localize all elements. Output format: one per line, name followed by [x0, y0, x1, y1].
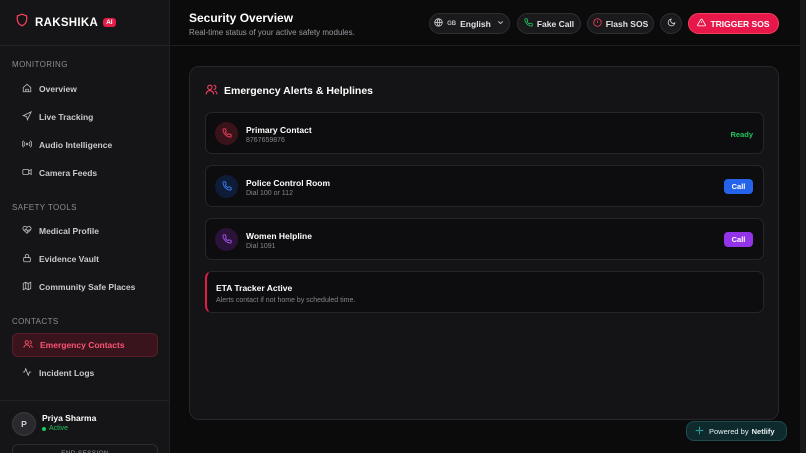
main-content: Security Overview Real-time status of yo… [170, 0, 806, 453]
contact-row-police: Police Control Room Dial 100 or 112 Call [205, 165, 764, 207]
status-badge: Ready [730, 130, 753, 139]
sidebar-item-camera-feeds[interactable]: Camera Feeds [12, 161, 158, 185]
users-icon [23, 339, 40, 351]
eta-title: ETA Tracker Active [216, 283, 293, 293]
sidebar-item-evidence-vault[interactable]: Evidence Vault [12, 247, 158, 271]
section-label-safety-tools: SAFETY TOOLS [12, 203, 77, 212]
shield-icon [15, 13, 29, 32]
sidebar-item-audio-intelligence[interactable]: Audio Intelligence [12, 133, 158, 157]
radio-waves-icon [21, 139, 39, 151]
status-dot-icon [42, 426, 46, 431]
netlify-badge[interactable]: Powered by Netlify [686, 421, 787, 441]
trigger-sos-button[interactable]: TRIGGER SOS [688, 13, 779, 34]
emergency-alerts-card: Emergency Alerts & Helplines Primary Con… [189, 66, 779, 420]
call-helpline-button[interactable]: Call [724, 232, 753, 247]
user-name: Priya Sharma [42, 413, 97, 423]
card-title-text: Emergency Alerts & Helplines [224, 85, 373, 97]
sidebar-item-label: Audio Intelligence [39, 140, 113, 150]
netlify-brand: Netlify [751, 426, 775, 436]
fake-call-label: Fake Call [536, 18, 575, 29]
flash-sos-label: Flash SOS [605, 18, 649, 29]
sidebar-item-label: Evidence Vault [39, 254, 99, 264]
sidebar-item-label: Emergency Contacts [40, 340, 125, 350]
contact-row-women-helpline: Women Helpline Dial 1091 Call [205, 218, 764, 260]
phone-icon [221, 125, 232, 143]
language-flag: GB [447, 20, 457, 27]
user-status: Active [42, 425, 68, 432]
end-session-button[interactable]: END SESSION [12, 444, 158, 453]
eta-description: Alerts contact if not home by scheduled … [216, 297, 356, 304]
netlify-logo-icon [695, 426, 709, 437]
contact-name: Women Helpline [246, 231, 312, 241]
call-police-button[interactable]: Call [724, 179, 753, 194]
contact-name: Primary Contact [246, 125, 312, 135]
contact-number: Dial 100 or 112 [246, 190, 293, 197]
contact-icon [215, 122, 238, 145]
trigger-sos-label: TRIGGER SOS [710, 18, 770, 29]
heart-pulse-icon [22, 225, 39, 237]
language-label: English [460, 18, 491, 29]
brand-badge: AI [103, 18, 116, 27]
sidebar-item-medical-profile[interactable]: Medical Profile [12, 219, 158, 243]
language-selector[interactable]: GB English [429, 13, 510, 34]
netlify-prefix: Powered by [709, 426, 749, 436]
section-label-contacts: CONTACTS [12, 317, 59, 326]
map-icon [22, 281, 39, 293]
phone-icon [221, 231, 232, 249]
page-subtitle: Real-time status of your active safety m… [189, 28, 355, 37]
section-label-monitoring: MONITORING [12, 60, 68, 69]
brand[interactable]: RAKSHIKA AI [0, 0, 169, 46]
activity-icon [22, 367, 39, 379]
sidebar-item-community-safe-places[interactable]: Community Safe Places [12, 275, 158, 299]
user-panel: P Priya Sharma Active END SESSION [0, 400, 170, 453]
sidebar-item-label: Incident Logs [39, 368, 95, 378]
contact-name: Police Control Room [246, 178, 331, 188]
sidebar-item-label: Live Tracking [39, 112, 94, 122]
chevron-down-icon [496, 18, 505, 29]
phone-icon [221, 178, 232, 196]
globe-icon [434, 18, 443, 29]
sidebar-item-incident-logs[interactable]: Incident Logs [12, 361, 158, 385]
user-status-label: Active [49, 425, 69, 432]
phone-icon [524, 18, 533, 29]
theme-toggle-button[interactable] [660, 13, 682, 34]
contact-number: 8767659876 [246, 137, 285, 144]
video-camera-icon [22, 167, 39, 179]
lock-icon [22, 253, 39, 265]
home-icon [22, 83, 39, 95]
sidebar-item-emergency-contacts[interactable]: Emergency Contacts [12, 333, 158, 357]
page-title: Security Overview [189, 11, 294, 25]
contact-icon [215, 228, 238, 251]
warning-triangle-icon [697, 18, 707, 29]
contact-number: Dial 1091 [246, 243, 276, 250]
scrollbar[interactable] [800, 0, 806, 453]
contact-icon [215, 175, 238, 198]
avatar[interactable]: P [12, 412, 36, 436]
contact-row-primary: Primary Contact 8767659876 Ready [205, 112, 764, 154]
alert-circle-icon [593, 18, 602, 29]
eta-tracker-panel: ETA Tracker Active Alerts contact if not… [205, 271, 764, 313]
app-root: RAKSHIKA AI MONITORING Overview Live Tra… [0, 0, 806, 453]
card-title: Emergency Alerts & Helplines [205, 83, 373, 99]
brand-name: RAKSHIKA [35, 16, 99, 29]
sidebar-item-label: Overview [39, 84, 77, 94]
sidebar-item-overview[interactable]: Overview [12, 77, 158, 101]
sidebar: RAKSHIKA AI MONITORING Overview Live Tra… [0, 0, 170, 453]
users-icon [205, 83, 224, 99]
fake-call-button[interactable]: Fake Call [517, 13, 581, 34]
sidebar-item-live-tracking[interactable]: Live Tracking [12, 105, 158, 129]
sidebar-item-label: Community Safe Places [39, 282, 136, 292]
navigation-arrow-icon [22, 110, 39, 123]
sidebar-item-label: Medical Profile [39, 226, 99, 236]
sidebar-item-label: Camera Feeds [39, 168, 98, 178]
moon-icon [667, 18, 676, 29]
top-header: Security Overview Real-time status of yo… [170, 0, 806, 46]
flash-sos-button[interactable]: Flash SOS [587, 13, 654, 34]
